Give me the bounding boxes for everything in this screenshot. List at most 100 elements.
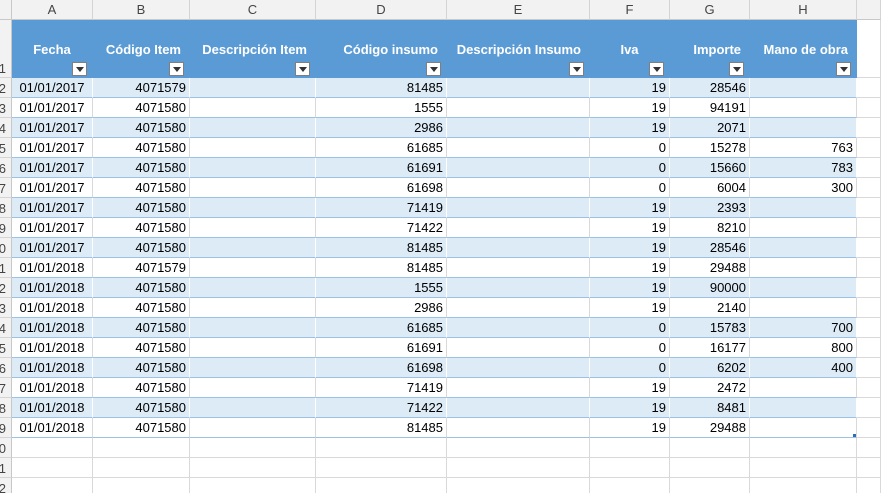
table-cell[interactable]: 800 (750, 338, 857, 358)
empty-cell[interactable] (857, 438, 881, 458)
table-cell[interactable]: 19 (590, 258, 670, 278)
table-cell[interactable]: 16177 (670, 338, 750, 358)
table-cell[interactable]: 15783 (670, 318, 750, 338)
table-cell[interactable]: 01/01/2018 (12, 258, 93, 278)
table-cell[interactable] (590, 438, 670, 458)
table-cell[interactable] (190, 298, 316, 318)
table-cell[interactable]: 01/01/2017 (12, 78, 93, 98)
table-cell[interactable] (190, 358, 316, 378)
table-cell[interactable]: 19 (590, 218, 670, 238)
row-header[interactable]: 6 (0, 158, 12, 178)
table-cell[interactable]: 300 (750, 178, 857, 198)
table-cell[interactable]: 4071580 (93, 398, 190, 418)
table-cell[interactable]: 763 (750, 138, 857, 158)
table-cell[interactable] (447, 478, 590, 493)
table-cell[interactable] (447, 118, 590, 138)
row-header[interactable]: 10 (0, 238, 12, 258)
table-cell[interactable] (750, 238, 857, 258)
empty-cell[interactable] (857, 378, 881, 398)
table-cell[interactable]: 19 (590, 278, 670, 298)
table-cell[interactable] (447, 458, 590, 478)
table-cell[interactable]: 8210 (670, 218, 750, 238)
table-cell[interactable] (190, 318, 316, 338)
table-cell[interactable] (190, 418, 316, 438)
empty-cell[interactable] (857, 218, 881, 238)
filter-dropdown-button[interactable] (295, 62, 310, 76)
table-cell[interactable] (750, 258, 857, 278)
table-cell[interactable] (12, 458, 93, 478)
table-cell[interactable]: 700 (750, 318, 857, 338)
table-cell[interactable]: 4071580 (93, 138, 190, 158)
row-header[interactable]: 15 (0, 338, 12, 358)
column-header-c[interactable]: C (190, 0, 316, 20)
table-cell[interactable] (12, 438, 93, 458)
table-cell[interactable]: 783 (750, 158, 857, 178)
table-cell[interactable] (447, 98, 590, 118)
table-cell[interactable]: 81485 (316, 78, 447, 98)
table-header-1[interactable]: Fecha (12, 20, 93, 78)
table-cell[interactable] (316, 438, 447, 458)
filter-dropdown-button[interactable] (426, 62, 441, 76)
table-cell[interactable]: 71419 (316, 378, 447, 398)
row-header[interactable]: 21 (0, 458, 12, 478)
table-cell[interactable]: 15278 (670, 138, 750, 158)
column-header-i[interactable] (857, 0, 881, 20)
table-cell[interactable] (750, 418, 857, 438)
table-cell[interactable]: 4071580 (93, 378, 190, 398)
table-cell[interactable] (190, 458, 316, 478)
table-cell[interactable] (447, 278, 590, 298)
table-cell[interactable]: 19 (590, 418, 670, 438)
table-cell[interactable] (316, 478, 447, 493)
table-cell[interactable]: 8481 (670, 398, 750, 418)
table-header-5[interactable]: Descripción Insumo (447, 20, 590, 78)
table-cell[interactable] (670, 438, 750, 458)
table-cell[interactable] (750, 98, 857, 118)
row-header[interactable]: 4 (0, 118, 12, 138)
table-cell[interactable]: 19 (590, 298, 670, 318)
table-cell[interactable]: 71422 (316, 218, 447, 238)
table-cell[interactable]: 29488 (670, 258, 750, 278)
table-cell[interactable]: 400 (750, 358, 857, 378)
empty-cell[interactable] (857, 158, 881, 178)
spreadsheet-grid[interactable]: ABCDEFGH 1 Fecha Código Item Descripción Ite… (0, 0, 881, 493)
table-cell[interactable] (190, 118, 316, 138)
table-cell[interactable] (316, 458, 447, 478)
empty-cell[interactable] (857, 138, 881, 158)
table-cell[interactable] (447, 258, 590, 278)
table-cell[interactable]: 0 (590, 318, 670, 338)
empty-cell[interactable] (857, 298, 881, 318)
table-cell[interactable] (447, 418, 590, 438)
table-cell[interactable] (190, 438, 316, 458)
table-header-8[interactable]: Mano de obra (750, 20, 857, 78)
table-cell[interactable] (190, 338, 316, 358)
table-cell[interactable] (750, 458, 857, 478)
table-cell[interactable]: 6004 (670, 178, 750, 198)
table-cell[interactable]: 4071580 (93, 278, 190, 298)
row-header[interactable]: 3 (0, 98, 12, 118)
table-cell[interactable] (190, 158, 316, 178)
table-cell[interactable]: 94191 (670, 98, 750, 118)
table-cell[interactable] (190, 398, 316, 418)
table-cell[interactable]: 19 (590, 78, 670, 98)
table-cell[interactable] (447, 238, 590, 258)
table-cell[interactable] (447, 358, 590, 378)
empty-cell[interactable] (857, 318, 881, 338)
table-cell[interactable]: 01/01/2017 (12, 238, 93, 258)
table-cell[interactable] (190, 198, 316, 218)
table-cell[interactable]: 0 (590, 178, 670, 198)
table-cell[interactable]: 29488 (670, 418, 750, 438)
filter-dropdown-button[interactable] (569, 62, 584, 76)
row-header[interactable]: 11 (0, 258, 12, 278)
table-cell[interactable]: 2472 (670, 378, 750, 398)
row-header[interactable]: 12 (0, 278, 12, 298)
row-header[interactable]: 7 (0, 178, 12, 198)
table-cell[interactable] (190, 378, 316, 398)
table-cell[interactable]: 4071579 (93, 258, 190, 278)
table-cell[interactable]: 4071580 (93, 98, 190, 118)
table-cell[interactable]: 71422 (316, 398, 447, 418)
table-header-2[interactable]: Código Item (93, 20, 190, 78)
table-cell[interactable]: 81485 (316, 238, 447, 258)
table-cell[interactable] (190, 218, 316, 238)
empty-cell[interactable] (857, 398, 881, 418)
filter-dropdown-button[interactable] (836, 62, 851, 76)
